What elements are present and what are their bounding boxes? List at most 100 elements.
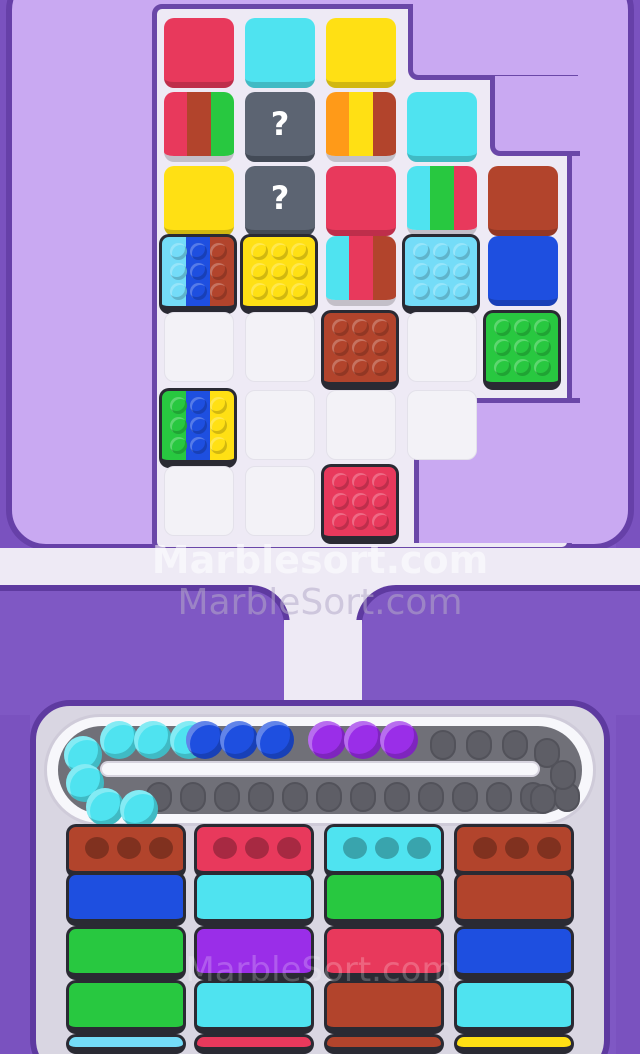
tile-box[interactable] (402, 234, 480, 314)
marble (190, 437, 207, 454)
tile-unknown[interactable]: ? (245, 92, 315, 162)
crate-skyblue (66, 1034, 186, 1054)
empty-slot (384, 782, 410, 812)
marble (332, 513, 349, 530)
tile-empty (407, 312, 477, 382)
tile-striped[interactable] (164, 92, 234, 162)
crate-hole (537, 837, 561, 859)
tile-box[interactable] (159, 388, 237, 468)
tile-box[interactable] (159, 234, 237, 314)
crate-hole (375, 837, 399, 859)
marble (332, 339, 349, 356)
tile-empty (245, 466, 315, 536)
empty-slot (486, 782, 512, 812)
crate-cyan (194, 872, 314, 926)
tile-box[interactable] (483, 310, 561, 390)
marble (170, 397, 187, 414)
tile-solid[interactable] (488, 236, 558, 306)
watermark: Marblesort.com (151, 538, 489, 582)
tile-striped[interactable] (326, 92, 396, 162)
tile-stripe (164, 92, 188, 156)
marble (352, 319, 369, 336)
marble (453, 243, 470, 260)
tile-solid[interactable] (326, 166, 396, 236)
tile-striped[interactable] (326, 236, 396, 306)
tile-solid[interactable] (164, 18, 234, 88)
crate-hole (245, 837, 269, 859)
marble (271, 283, 288, 300)
marble (534, 359, 551, 376)
crate-hole (149, 837, 173, 859)
tile-box[interactable] (321, 310, 399, 390)
tile-box[interactable] (240, 234, 318, 314)
tile-empty (407, 390, 477, 460)
empty-slot (430, 730, 456, 760)
marble (271, 263, 288, 280)
marble (352, 513, 369, 530)
marble (170, 437, 187, 454)
marble (494, 359, 511, 376)
crate-hole (473, 837, 497, 859)
marble (210, 263, 227, 280)
marble (251, 243, 268, 260)
crate-hole (117, 837, 141, 859)
marble (372, 493, 389, 510)
marble (291, 283, 308, 300)
marble (291, 243, 308, 260)
game-screen: ?? Marblesort.com MarbleSort.com MarbleS… (0, 0, 640, 1054)
tile-empty (326, 390, 396, 460)
crate-hole (85, 837, 109, 859)
crate-brown (324, 1034, 444, 1054)
crate-brown[interactable] (66, 824, 186, 878)
tile-solid[interactable] (164, 166, 234, 236)
tile-stripe (326, 236, 350, 300)
empty-slot (316, 782, 342, 812)
empty-slot (550, 760, 576, 790)
empty-slot (466, 730, 492, 760)
marble (190, 263, 207, 280)
marble (210, 397, 227, 414)
marble-cyan (86, 788, 124, 826)
marble-blue (186, 721, 224, 759)
question-mark-icon: ? (270, 179, 290, 217)
crate-cyan[interactable] (324, 824, 444, 878)
tile-stripe (326, 92, 350, 156)
marble (271, 243, 288, 260)
crate-red[interactable] (194, 824, 314, 878)
marble (210, 417, 227, 434)
tile-striped[interactable] (407, 166, 477, 236)
tile-unknown[interactable]: ? (245, 166, 315, 236)
marble (534, 319, 551, 336)
marble (514, 319, 531, 336)
tile-solid[interactable] (407, 92, 477, 162)
marble (372, 339, 389, 356)
marble-purple (308, 721, 346, 759)
marble-purple (380, 721, 418, 759)
empty-slot (502, 730, 528, 760)
board-notch (490, 76, 580, 156)
tile-solid[interactable] (245, 18, 315, 88)
tile-solid[interactable] (326, 18, 396, 88)
marble (291, 263, 308, 280)
tile-stripe (372, 236, 396, 300)
marble (413, 263, 430, 280)
empty-slot (452, 782, 478, 812)
marble (210, 283, 227, 300)
marble (332, 359, 349, 376)
crate-red (194, 1034, 314, 1054)
crate-hole (213, 837, 237, 859)
marble (433, 243, 450, 260)
marble (352, 493, 369, 510)
marble (494, 319, 511, 336)
crate-brown[interactable] (454, 824, 574, 878)
tile-box[interactable] (321, 464, 399, 544)
watermark: MarbleSort.com (177, 582, 463, 623)
marble (453, 263, 470, 280)
marble-blue (220, 721, 258, 759)
tile-solid[interactable] (488, 166, 558, 236)
marble (170, 417, 187, 434)
marble (251, 283, 268, 300)
marble (534, 339, 551, 356)
marble (332, 473, 349, 490)
tile-stripe (349, 92, 374, 156)
